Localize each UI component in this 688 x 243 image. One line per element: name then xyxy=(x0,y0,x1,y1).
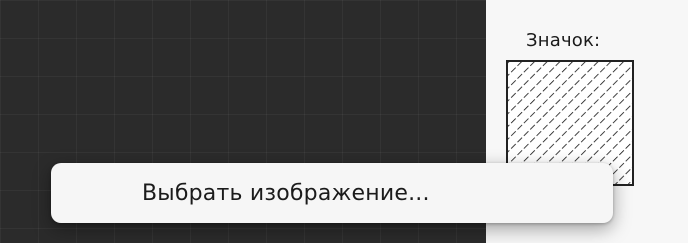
menu-item-choose-image[interactable]: Выбрать изображение... xyxy=(57,169,607,217)
icon-field-label: Значок: xyxy=(526,30,601,51)
context-menu: Выбрать изображение... xyxy=(51,163,613,223)
app-window: Значок: Выбрать изображение... xyxy=(0,0,688,243)
menu-item-label: Выбрать изображение... xyxy=(142,180,430,206)
